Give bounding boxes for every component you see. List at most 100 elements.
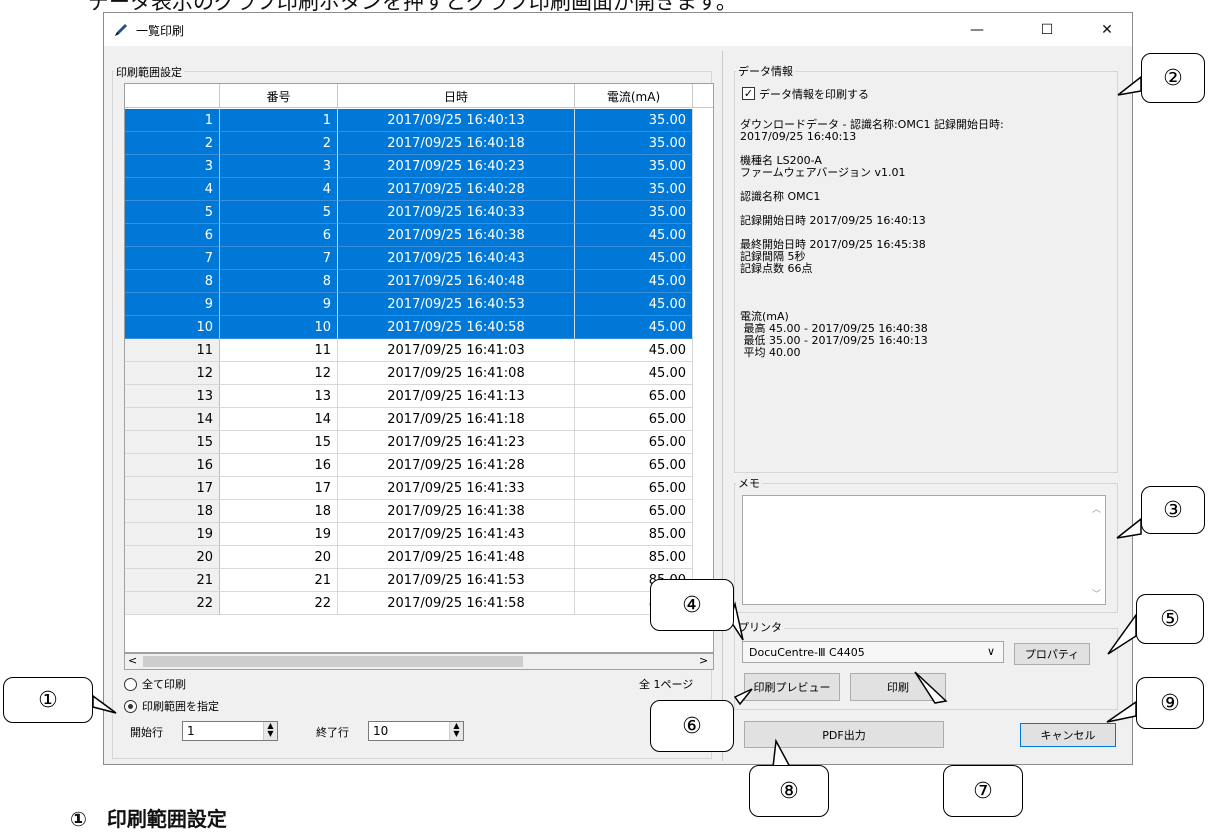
table-row[interactable]: 10 10 2017/09/25 16:40:58 45.00 bbox=[125, 316, 713, 339]
table-row[interactable]: 21212017/09/25 16:41:5385.00 bbox=[125, 569, 713, 592]
cell-number[interactable]: 12 bbox=[220, 362, 338, 385]
table-row[interactable]: 3 3 2017/09/25 16:40:23 35.00 bbox=[125, 155, 713, 178]
cell-current[interactable]: 65.00 bbox=[575, 385, 693, 408]
table-row[interactable]: 12 12 2017/09/25 16:41:08 45.00 bbox=[125, 362, 713, 385]
cell-number[interactable]: 21 bbox=[220, 569, 338, 592]
cell-datetime[interactable]: 2017/09/25 16:41:43 bbox=[338, 523, 575, 546]
table-row[interactable]: 14 14 2017/09/25 16:41:18 65.00 bbox=[125, 408, 713, 431]
cell-current[interactable]: 45.00 bbox=[575, 224, 693, 247]
cell-datetime[interactable]: 2017/09/25 16:41:08 bbox=[338, 362, 575, 385]
table-row[interactable]: 19 19 2017/09/25 16:41:43 85.00 bbox=[125, 523, 713, 546]
cell-current[interactable]: 45.00 bbox=[575, 270, 693, 293]
table-row[interactable]: 20 20 2017/09/25 16:41:48 85.00 bbox=[125, 546, 713, 569]
radio-print-range[interactable] bbox=[124, 700, 137, 713]
table-row[interactable]: 1 1 2017/09/25 16:40:13 35.00 bbox=[125, 109, 713, 132]
cell-current[interactable]: 35.00 bbox=[575, 155, 693, 178]
cell-datetime[interactable]: 2017/09/25 16:40:53 bbox=[338, 293, 575, 316]
table-row[interactable]: 11 11 2017/09/25 16:41:03 45.00 bbox=[125, 339, 713, 362]
row-header[interactable]: 1 bbox=[125, 109, 220, 132]
cell-number[interactable]: 2 bbox=[220, 132, 338, 155]
row-header[interactable]: 8 bbox=[125, 270, 220, 293]
cell-datetime[interactable]: 2017/09/25 16:40:43 bbox=[338, 247, 575, 270]
cell-current[interactable]: 65.00 bbox=[575, 431, 693, 454]
table-row[interactable]: 15 15 2017/09/25 16:41:23 65.00 bbox=[125, 431, 713, 454]
table-row[interactable]: 18 18 2017/09/25 16:41:38 65.00 bbox=[125, 500, 713, 523]
start-row-input[interactable]: 1 ▲ ▼ bbox=[182, 721, 278, 741]
memo-textarea[interactable]: ︿ ﹀ bbox=[742, 495, 1106, 605]
scroll-right-icon[interactable]: > bbox=[699, 654, 708, 667]
row-header[interactable]: 9 bbox=[125, 293, 220, 316]
row-header[interactable]: 16 bbox=[125, 454, 220, 477]
cell-current[interactable]: 65.00 bbox=[575, 454, 693, 477]
table-row[interactable]: 16 16 2017/09/25 16:41:28 65.00 bbox=[125, 454, 713, 477]
data-grid[interactable]: 番号 日時 電流(mA) 1 1 2017/09/25 16:40:13 35.00 2… bbox=[124, 83, 714, 653]
cell-current[interactable]: 35.00 bbox=[575, 109, 693, 132]
row-header[interactable]: 20 bbox=[125, 546, 220, 569]
cell-number[interactable]: 15 bbox=[220, 431, 338, 454]
cell-current[interactable]: 35.00 bbox=[575, 201, 693, 224]
cell-datetime[interactable]: 2017/09/25 16:41:38 bbox=[338, 500, 575, 523]
table-row[interactable]: 22222017/09/25 16:41:5885.00 bbox=[125, 592, 713, 615]
cell-datetime[interactable]: 2017/09/25 16:40:18 bbox=[338, 132, 575, 155]
print-data-checkbox[interactable]: ✓ bbox=[742, 87, 755, 100]
cell-number[interactable]: 17 bbox=[220, 477, 338, 500]
cell-current[interactable]: 45.00 bbox=[575, 362, 693, 385]
row-header[interactable]: 13 bbox=[125, 385, 220, 408]
row-header[interactable]: 4 bbox=[125, 178, 220, 201]
cell-current[interactable]: 65.00 bbox=[575, 477, 693, 500]
cell-current[interactable]: 45.00 bbox=[575, 339, 693, 362]
cell-number[interactable]: 14 bbox=[220, 408, 338, 431]
cancel-button[interactable]: キャンセル bbox=[1020, 723, 1116, 747]
row-header[interactable]: 7 bbox=[125, 247, 220, 270]
cell-number[interactable]: 1 bbox=[220, 109, 338, 132]
cell-datetime[interactable]: 2017/09/25 16:41:28 bbox=[338, 454, 575, 477]
cell-datetime[interactable]: 2017/09/25 16:41:18 bbox=[338, 408, 575, 431]
header-number[interactable]: 番号 bbox=[220, 84, 338, 108]
cell-number[interactable]: 6 bbox=[220, 224, 338, 247]
cell-number[interactable]: 18 bbox=[220, 500, 338, 523]
cell-number[interactable]: 4 bbox=[220, 178, 338, 201]
table-row[interactable]: 13 13 2017/09/25 16:41:13 65.00 bbox=[125, 385, 713, 408]
minimize-button[interactable]: — bbox=[954, 13, 1000, 46]
row-header[interactable]: 22 bbox=[125, 592, 220, 615]
cell-datetime[interactable]: 2017/09/25 16:40:28 bbox=[338, 178, 575, 201]
cell-current[interactable]: 85.00 bbox=[575, 523, 693, 546]
row-header[interactable]: 2 bbox=[125, 132, 220, 155]
table-row[interactable]: 8 8 2017/09/25 16:40:48 45.00 bbox=[125, 270, 713, 293]
cell-current[interactable]: 65.00 bbox=[575, 500, 693, 523]
maximize-button[interactable]: ☐ bbox=[1024, 13, 1070, 46]
cell-datetime[interactable]: 2017/09/25 16:41:33 bbox=[338, 477, 575, 500]
cell-number[interactable]: 13 bbox=[220, 385, 338, 408]
table-row[interactable]: 9 9 2017/09/25 16:40:53 45.00 bbox=[125, 293, 713, 316]
scroll-left-icon[interactable]: < bbox=[128, 654, 137, 667]
cell-datetime[interactable]: 2017/09/25 16:40:38 bbox=[338, 224, 575, 247]
end-row-spinner-icon[interactable]: ▲ ▼ bbox=[449, 722, 463, 740]
memo-scroll-up-icon[interactable]: ︿ bbox=[1092, 502, 1101, 515]
start-row-spinner-icon[interactable]: ▲ ▼ bbox=[263, 722, 277, 740]
cell-number[interactable]: 9 bbox=[220, 293, 338, 316]
row-header[interactable]: 15 bbox=[125, 431, 220, 454]
cell-number[interactable]: 19 bbox=[220, 523, 338, 546]
table-row[interactable]: 7 7 2017/09/25 16:40:43 45.00 bbox=[125, 247, 713, 270]
cell-number[interactable]: 22 bbox=[220, 592, 338, 615]
cell-datetime[interactable]: 2017/09/25 16:41:13 bbox=[338, 385, 575, 408]
cell-number[interactable]: 20 bbox=[220, 546, 338, 569]
header-current[interactable]: 電流(mA) bbox=[575, 84, 693, 108]
properties-button[interactable]: プロパティ bbox=[1014, 643, 1090, 665]
cell-current[interactable]: 35.00 bbox=[575, 178, 693, 201]
printer-select[interactable]: DocuCentre-Ⅲ C4405 ∨ bbox=[742, 641, 1004, 663]
row-header[interactable]: 17 bbox=[125, 477, 220, 500]
memo-scroll-down-icon[interactable]: ﹀ bbox=[1092, 587, 1101, 600]
cell-current[interactable]: 85.00 bbox=[575, 546, 693, 569]
cell-number[interactable]: 16 bbox=[220, 454, 338, 477]
cell-number[interactable]: 10 bbox=[220, 316, 338, 339]
cell-current[interactable]: 45.00 bbox=[575, 316, 693, 339]
row-header[interactable]: 6 bbox=[125, 224, 220, 247]
row-header[interactable]: 14 bbox=[125, 408, 220, 431]
row-header[interactable]: 3 bbox=[125, 155, 220, 178]
cell-datetime[interactable]: 2017/09/25 16:41:53 bbox=[338, 569, 575, 592]
end-row-input[interactable]: 10 ▲ ▼ bbox=[368, 721, 464, 741]
cell-datetime[interactable]: 2017/09/25 16:41:58 bbox=[338, 592, 575, 615]
cell-current[interactable]: 45.00 bbox=[575, 247, 693, 270]
table-row[interactable]: 4 4 2017/09/25 16:40:28 35.00 bbox=[125, 178, 713, 201]
